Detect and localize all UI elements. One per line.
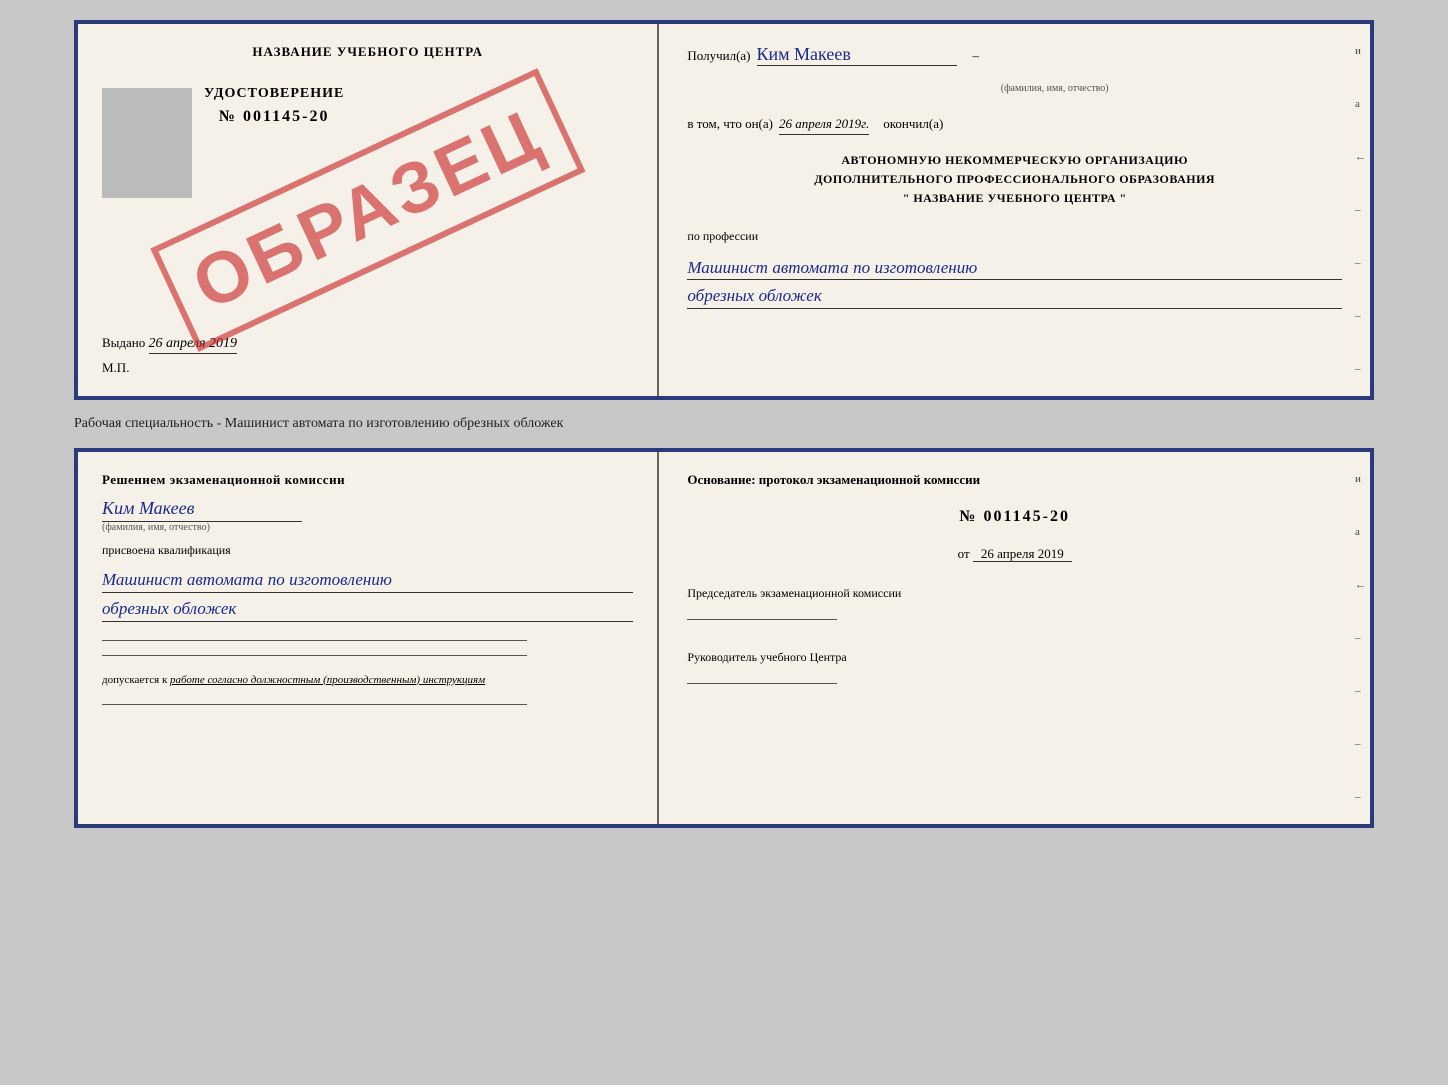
bottom-name-value: Ким Макеев	[102, 498, 302, 522]
cert-right-panel: Получил(а) Ким Макеев – (фамилия, имя, о…	[659, 24, 1370, 396]
predsedatel-label: Председатель экзаменационной комиссии	[687, 586, 1342, 601]
osnov-label: Основание: протокол экзаменационной коми…	[687, 472, 1342, 488]
side-marks-top: и а ← – – – –	[1355, 24, 1366, 396]
bottom-fio-hint: (фамилия, имя, отчество)	[102, 522, 633, 533]
poluchil-value: Ким Макеев	[757, 44, 957, 66]
poluchil-row: Получил(а) Ким Макеев –	[687, 44, 1342, 66]
predsedatel-sig-line	[687, 619, 837, 620]
blank-lines	[102, 640, 633, 656]
predsedatel-block: Председатель экзаменационной комиссии	[687, 586, 1342, 620]
fio-hint-top: (фамилия, имя, отчество)	[1001, 83, 1109, 94]
photo-placeholder	[102, 88, 192, 198]
cert-left-panel: НАЗВАНИЕ УЧЕБНОГО ЦЕНТРА УДОСТОВЕРЕНИЕ №…	[78, 24, 659, 396]
org-line3: " НАЗВАНИЕ УЧЕБНОГО ЦЕНТРА "	[687, 189, 1342, 208]
vtom-row: в том, что он(а) 26 апреля 2019г. окончи…	[687, 116, 1342, 135]
ot-date-block: от 26 апреля 2019	[687, 546, 1342, 562]
blank-line-3	[102, 704, 527, 705]
vtom-label: в том, что он(а)	[687, 116, 773, 132]
side-marks-bottom: и а ← – – – –	[1355, 452, 1366, 824]
org-line1: АВТОНОМНУЮ НЕКОММЕРЧЕСКУЮ ОРГАНИЗАЦИЮ	[687, 151, 1342, 170]
bottom-name-block: Ким Макеев (фамилия, имя, отчество)	[102, 498, 633, 533]
dopuskaetsya-label: допускается к	[102, 674, 167, 686]
vtom-date: 26 апреля 2019г.	[779, 116, 869, 135]
bottom-certificate: Решением экзаменационной комиссии Ким Ма…	[74, 448, 1374, 828]
bottom-qualification-block: Машинист автомата по изготовлению обрезн…	[102, 568, 633, 622]
okonchil-label: окончил(а)	[883, 116, 943, 132]
document-container: НАЗВАНИЕ УЧЕБНОГО ЦЕНТРА УДОСТОВЕРЕНИЕ №…	[74, 20, 1374, 828]
qualification-line1: Машинист автомата по изготовлению	[102, 568, 633, 593]
decision-text: Решением экзаменационной комиссии	[102, 472, 633, 488]
profession-block: Машинист автомата по изготовлению обрезн…	[687, 256, 1342, 310]
org-block: АВТОНОМНУЮ НЕКОММЕРЧЕСКУЮ ОРГАНИЗАЦИЮ ДО…	[687, 151, 1342, 209]
bottom-right-panel: Основание: протокол экзаменационной коми…	[659, 452, 1370, 824]
bottom-left-panel: Решением экзаменационной комиссии Ким Ма…	[78, 452, 659, 824]
org-line2: ДОПОЛНИТЕЛЬНОГО ПРОФЕССИОНАЛЬНОГО ОБРАЗО…	[687, 170, 1342, 189]
qualification-line2: обрезных обложек	[102, 597, 633, 622]
rukovoditel-label: Руководитель учебного Центра	[687, 650, 1342, 665]
caption-text: Рабочая специальность - Машинист автомат…	[74, 416, 1374, 432]
ot-date-value: 26 апреля 2019	[973, 546, 1072, 562]
cert-number-top: № 001145-20	[204, 108, 344, 126]
blank-line-1	[102, 640, 527, 641]
mp-label: М.П.	[102, 360, 633, 376]
school-name-top: НАЗВАНИЕ УЧЕБНОГО ЦЕНТРА	[102, 44, 633, 60]
udostoverenie-label: УДОСТОВЕРЕНИЕ	[204, 86, 344, 102]
rukovoditel-sig-line	[687, 683, 837, 684]
blank-line-2	[102, 655, 527, 656]
po-professii-label: по профессии	[687, 229, 1342, 244]
top-certificate: НАЗВАНИЕ УЧЕБНОГО ЦЕНТРА УДОСТОВЕРЕНИЕ №…	[74, 20, 1374, 400]
rukovoditel-block: Руководитель учебного Центра	[687, 650, 1342, 684]
vydano-label: Выдано	[102, 335, 145, 350]
ot-label: от	[958, 546, 970, 561]
dopuskaetsya-block: допускается к работе согласно должностны…	[102, 674, 633, 686]
dopuskaetsya-value: работе согласно должностным (производств…	[170, 674, 485, 686]
vydano-block: Выдано 26 апреля 2019	[102, 335, 633, 352]
protocol-number: № 001145-20	[687, 508, 1342, 526]
prisvoena-label: присвоена квалификация	[102, 543, 633, 558]
poluchil-label: Получил(а)	[687, 48, 750, 64]
profession-line2: обрезных обложек	[687, 284, 1342, 309]
profession-line1: Машинист автомата по изготовлению	[687, 256, 1342, 281]
vydano-date: 26 апреля 2019	[149, 336, 237, 354]
